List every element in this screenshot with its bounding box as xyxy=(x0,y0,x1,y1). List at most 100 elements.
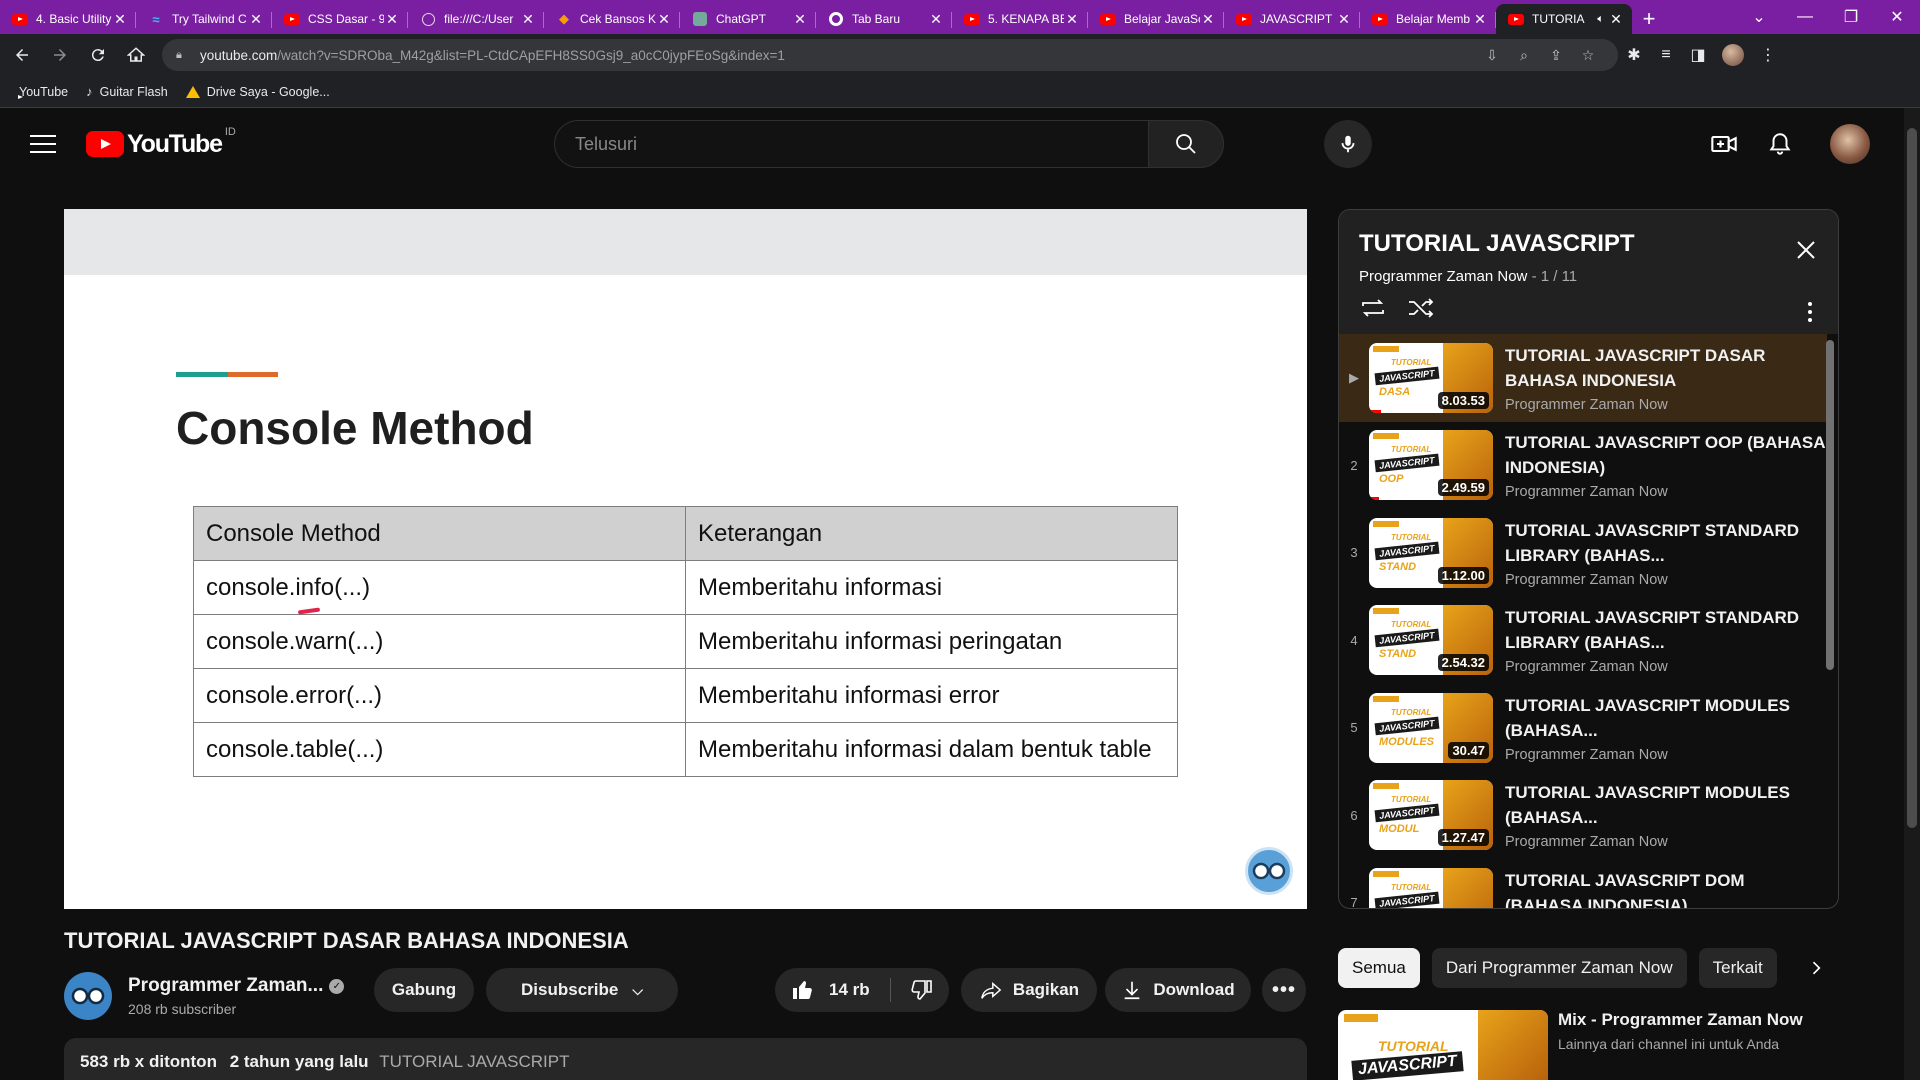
browser-tab[interactable]: Tab Baru ✕ xyxy=(816,4,952,34)
browser-tab[interactable]: Belajar JavaSc ✕ xyxy=(1088,4,1224,34)
browser-tab[interactable]: file:///C:/User ✕ xyxy=(408,4,544,34)
video-thumbnail[interactable]: TUTORIAL JAVASCRIPT OOP 2.49.59 xyxy=(1369,430,1493,501)
playlist-item[interactable]: 7 TUTORIAL JAVASCRIPT TUTORIAL JAVASCRIPT D… xyxy=(1339,859,1827,908)
share-button[interactable]: Bagikan xyxy=(961,968,1097,1012)
zoom-icon[interactable]: ⌕ xyxy=(1508,47,1540,64)
video-thumbnail[interactable]: TUTORIAL JAVASCRIPT DASA 8.03.53 xyxy=(1369,342,1493,413)
install-app-icon[interactable]: ⇩ xyxy=(1476,47,1508,64)
playlist-video-title[interactable]: TUTORIAL JAVASCRIPT MODULES (BAHASA... xyxy=(1505,693,1827,743)
playlist-video-title[interactable]: TUTORIAL JAVASCRIPT MODULES (BAHASA... xyxy=(1505,780,1827,830)
reload-button[interactable] xyxy=(82,39,114,71)
playlist-owner[interactable]: Programmer Zaman Now xyxy=(1359,268,1527,285)
close-tab-icon[interactable]: ✕ xyxy=(520,11,536,28)
side-panel-icon[interactable]: ◨ xyxy=(1682,45,1714,65)
close-tab-icon[interactable]: ✕ xyxy=(112,11,128,28)
bookmark-star-icon[interactable]: ☆ xyxy=(1572,47,1604,64)
browser-tab[interactable]: JAVASCRIPT L ✕ xyxy=(1224,4,1360,34)
video-player[interactable]: Console Method Console Method Keterangan… xyxy=(64,209,1307,909)
close-tab-icon[interactable]: ✕ xyxy=(1200,11,1216,28)
description-box[interactable]: 583 rb x ditonton 2 tahun yang lalu TUTO… xyxy=(64,1038,1307,1080)
playlist-item[interactable]: 5 TUTORIAL JAVASCRIPT MODULES 30.47 TUTORIAL … xyxy=(1339,684,1827,772)
playlist-video-title[interactable]: TUTORIAL JAVASCRIPT DOM (BAHASA INDONESI… xyxy=(1505,868,1827,908)
bookmark-item[interactable]: Drive Saya - Google... xyxy=(185,85,330,99)
like-thumb-icon[interactable] xyxy=(791,978,815,1002)
join-button[interactable]: Gabung xyxy=(374,968,474,1012)
tab-search-icon[interactable]: ⌄ xyxy=(1736,7,1782,27)
channel-name[interactable]: Programmer Zaman... xyxy=(128,975,323,997)
playlist-video-title[interactable]: TUTORIAL JAVASCRIPT OOP (BAHASA INDONESI… xyxy=(1505,430,1827,480)
browser-tab[interactable]: 4. Basic Utility ✕ xyxy=(0,4,136,34)
close-tab-icon[interactable]: ✕ xyxy=(656,11,672,28)
playlist-title[interactable]: TUTORIAL JAVASCRIPT xyxy=(1359,230,1818,258)
close-tab-icon[interactable]: ✕ xyxy=(1064,11,1080,28)
profile-avatar[interactable] xyxy=(1722,44,1744,66)
extensions-puzzle-icon[interactable]: ✱ xyxy=(1618,45,1650,65)
page-scrollbar[interactable] xyxy=(1904,108,1920,1080)
address-bar[interactable]: 🔒︎ youtube.com/watch?v=SDROba_M42g&list=… xyxy=(162,39,1618,71)
loop-icon[interactable] xyxy=(1359,296,1387,320)
recommendation-item[interactable]: TUTORIAL JAVASCRIPT Mix - Programmer Zam… xyxy=(1338,1010,1838,1080)
video-thumbnail[interactable]: TUTORIAL JAVASCRIPT MODULES 30.47 xyxy=(1369,692,1493,763)
video-thumbnail[interactable]: TUTORIAL JAVASCRIPT xyxy=(1369,867,1493,908)
home-button[interactable] xyxy=(120,39,152,71)
browser-tab[interactable]: CSS Dasar - 9 ✕ xyxy=(272,4,408,34)
chips-next-button[interactable] xyxy=(1796,948,1836,988)
browser-tab[interactable]: Belajar Memb ✕ xyxy=(1360,4,1496,34)
bookmark-item[interactable]: YouTube xyxy=(12,85,68,99)
playlist-item[interactable]: 4 TUTORIAL JAVASCRIPT STAND 2.54.32 TUTORIAL … xyxy=(1339,597,1827,685)
video-thumbnail[interactable]: TUTORIAL JAVASCRIPT STAND 1.12.00 xyxy=(1369,517,1493,588)
search-input[interactable] xyxy=(575,133,1148,155)
create-video-button[interactable] xyxy=(1696,130,1752,158)
youtube-logo[interactable]: YouTube ID xyxy=(86,126,236,159)
close-tab-icon[interactable]: ✕ xyxy=(1472,11,1488,28)
search-button[interactable] xyxy=(1148,120,1224,168)
forward-button[interactable] xyxy=(44,39,76,71)
browser-tab[interactable]: TUTORIA 🔈︎ ✕ xyxy=(1496,4,1632,34)
audio-playing-icon[interactable]: 🔈︎ xyxy=(1597,13,1604,26)
subscribed-button[interactable]: Disubscribe ⌵ xyxy=(486,968,678,1012)
playlist-video-title[interactable]: TUTORIAL JAVASCRIPT STANDARD LIBRARY (BA… xyxy=(1505,518,1827,568)
download-button[interactable]: Download xyxy=(1105,968,1251,1012)
playlist-tag[interactable]: TUTORIAL JAVASCRIPT xyxy=(379,1052,569,1071)
video-thumbnail[interactable]: TUTORIAL JAVASCRIPT STAND 2.54.32 xyxy=(1369,605,1493,676)
media-control-icon[interactable]: ≡ xyxy=(1650,46,1682,64)
filter-chip[interactable]: Dari Programmer Zaman Now xyxy=(1431,948,1687,988)
playlist-item[interactable]: ▶ TUTORIAL JAVASCRIPT DASA 8.03.53 TUTORIAL J… xyxy=(1339,334,1827,422)
filter-chip[interactable]: Semua xyxy=(1338,948,1420,988)
minimize-button[interactable]: — xyxy=(1782,8,1828,26)
bookmark-item[interactable]: ♪ Guitar Flash xyxy=(86,84,168,99)
close-tab-icon[interactable]: ✕ xyxy=(928,11,944,28)
browser-tab[interactable]: ◆ Cek Bansos K ✕ xyxy=(544,4,680,34)
close-tab-icon[interactable]: ✕ xyxy=(1336,11,1352,28)
shuffle-icon[interactable] xyxy=(1407,296,1435,320)
video-thumbnail[interactable]: TUTORIAL JAVASCRIPT MODUL 1.27.47 xyxy=(1369,780,1493,851)
close-tab-icon[interactable]: ✕ xyxy=(248,11,264,28)
playlist-scrollbar[interactable] xyxy=(1826,340,1834,670)
chrome-menu-icon[interactable]: ⋮ xyxy=(1752,45,1784,65)
playlist-item[interactable]: 3 TUTORIAL JAVASCRIPT STAND 1.12.00 TUTORIAL … xyxy=(1339,509,1827,597)
close-tab-icon[interactable]: ✕ xyxy=(792,11,808,28)
channel-avatar[interactable] xyxy=(64,972,112,1020)
lock-icon[interactable]: 🔒︎ xyxy=(176,49,190,62)
browser-tab[interactable]: ChatGPT ✕ xyxy=(680,4,816,34)
close-playlist-button[interactable] xyxy=(1794,238,1818,267)
like-count[interactable]: 14 rb xyxy=(829,980,870,1000)
browser-tab[interactable]: 5. KENAPA BE ✕ xyxy=(952,4,1088,34)
share-icon[interactable]: ⇪ xyxy=(1540,47,1572,64)
notifications-button[interactable] xyxy=(1752,131,1808,157)
hamburger-menu-icon[interactable] xyxy=(30,135,56,153)
filter-chip[interactable]: Terkait xyxy=(1698,948,1777,988)
dislike-thumb-icon[interactable] xyxy=(909,978,933,1002)
close-tab-icon[interactable]: ✕ xyxy=(384,11,400,28)
browser-tab[interactable]: ≈ Try Tailwind C ✕ xyxy=(136,4,272,34)
more-actions-button[interactable]: ••• xyxy=(1262,968,1306,1012)
playlist-more-icon[interactable] xyxy=(1808,302,1812,322)
voice-search-button[interactable] xyxy=(1324,120,1372,168)
back-button[interactable] xyxy=(6,39,38,71)
recommendation-title[interactable]: Mix - Programmer Zaman Now xyxy=(1558,1010,1803,1030)
new-tab-button[interactable]: + xyxy=(1632,4,1666,34)
restore-button[interactable]: ❐ xyxy=(1828,7,1874,27)
recommendation-thumbnail[interactable]: TUTORIAL JAVASCRIPT xyxy=(1338,1010,1548,1080)
close-window-button[interactable]: ✕ xyxy=(1874,7,1920,27)
page-scrollbar-thumb[interactable] xyxy=(1907,128,1917,828)
